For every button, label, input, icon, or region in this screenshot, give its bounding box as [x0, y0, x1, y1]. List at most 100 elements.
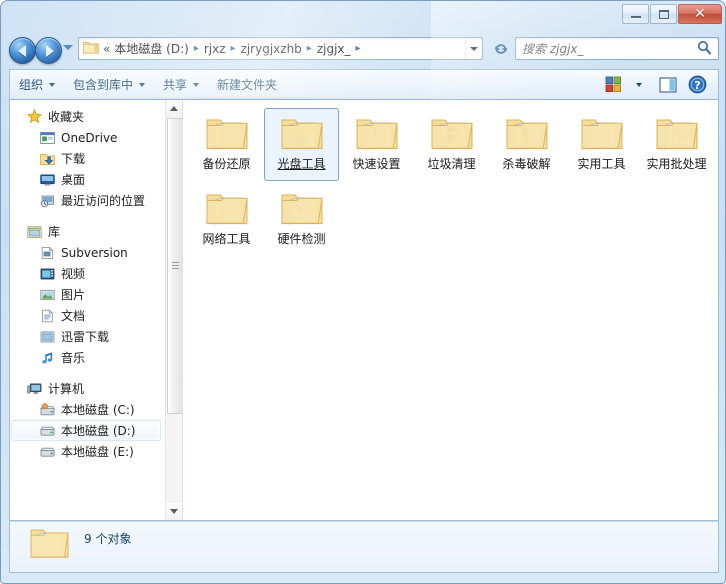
- nav-header-favorites[interactable]: 收藏夹: [10, 106, 165, 127]
- file-name: 杀毒破解: [502, 157, 551, 171]
- video-icon: [40, 267, 55, 281]
- refresh-button[interactable]: [490, 37, 512, 60]
- file-grid: 备份还原 光盘工具 快速设置 垃圾清理 杀毒破解 实用工具 实用批处理 网络工具…: [189, 108, 714, 258]
- sidebar-item-onedrive[interactable]: OneDrive: [10, 127, 165, 148]
- file-item-folder[interactable]: 快速设置: [339, 108, 414, 181]
- scroll-down-button[interactable]: [166, 503, 182, 520]
- item-count-label: 9 个对象: [84, 532, 132, 546]
- nav-group-favorites: 收藏夹 OneDrive 下载 桌面 最近访问的位置: [10, 106, 165, 211]
- breadcrumb-item-1[interactable]: rjxz: [202, 41, 228, 57]
- view-dropdown-button[interactable]: [626, 73, 652, 97]
- recent-locations-dropdown[interactable]: [63, 45, 73, 50]
- sidebar-item-music[interactable]: 音乐: [10, 347, 165, 368]
- nav-group-computer: 计算机 本地磁盘 (C:) 本地磁盘 (D:) 本地磁盘 (E:): [10, 378, 165, 462]
- share-button[interactable]: 共享: [154, 73, 208, 96]
- scrollbar-thumb[interactable]: [167, 118, 182, 414]
- file-item-folder[interactable]: 网络工具: [189, 183, 264, 256]
- organize-label: 组织: [19, 78, 44, 92]
- folder-icon: [353, 112, 401, 154]
- breadcrumb[interactable]: « 本地磁盘 (D:) ▸ rjxz ▸ zjrygjxzhb ▸ zjgjx_…: [103, 39, 465, 58]
- folder-icon: [578, 112, 626, 154]
- folder-icon: [278, 112, 326, 154]
- sidebar-item-label: Subversion: [61, 245, 128, 260]
- file-item-folder[interactable]: 杀毒破解: [489, 108, 564, 181]
- new-folder-label: 新建文件夹: [217, 78, 278, 92]
- address-dropdown-button[interactable]: [465, 38, 482, 59]
- file-item-folder[interactable]: 硬件检测: [264, 183, 339, 256]
- folder-icon: [653, 112, 701, 154]
- sidebar-item-drive-d[interactable]: 本地磁盘 (D:): [11, 420, 161, 441]
- explorer-window: ✕ « 本地磁盘 (D:) ▸ rjxz ▸ zjrygjxzhb ▸ zjgj…: [0, 0, 726, 584]
- sidebar-item-label: 图片: [61, 288, 86, 302]
- search-input[interactable]: 搜索 zjgjx_: [516, 40, 697, 57]
- nav-header-label: 库: [48, 225, 61, 239]
- sidebar-item-downloads[interactable]: 下载: [10, 148, 165, 169]
- folder-icon: [28, 524, 72, 567]
- sidebar-item-documents[interactable]: 文档: [10, 305, 165, 326]
- sidebar-item-drive-e[interactable]: 本地磁盘 (E:): [10, 441, 165, 462]
- folder-icon: [503, 112, 551, 154]
- main-area: 收藏夹 OneDrive 下载 桌面 最近访问的位置 库 Subversion …: [9, 100, 719, 521]
- address-bar[interactable]: « 本地磁盘 (D:) ▸ rjxz ▸ zjrygjxzhb ▸ zjgjx_…: [78, 37, 483, 60]
- sidebar-item-desktop[interactable]: 桌面: [10, 169, 165, 190]
- file-name: 备份还原: [202, 157, 251, 171]
- forward-button[interactable]: [35, 37, 62, 64]
- minimize-button[interactable]: [622, 4, 649, 24]
- file-item-folder[interactable]: 实用批处理: [639, 108, 714, 181]
- sidebar-item-label: OneDrive: [61, 130, 118, 145]
- sidebar-scrollbar[interactable]: [165, 100, 182, 520]
- breadcrumb-separator[interactable]: ▸: [228, 43, 239, 54]
- back-button[interactable]: [9, 37, 36, 64]
- sidebar-item-label: 本地磁盘 (D:): [61, 424, 136, 438]
- share-label: 共享: [163, 78, 188, 92]
- sidebar-item-pictures[interactable]: 图片: [10, 284, 165, 305]
- navigation-row: « 本地磁盘 (D:) ▸ rjxz ▸ zjrygjxzhb ▸ zjgjx_…: [1, 31, 725, 69]
- folder-icon: [83, 40, 99, 57]
- breadcrumb-separator[interactable]: ▸: [191, 43, 202, 54]
- thunder-download-icon: [40, 330, 55, 344]
- star-icon: [27, 109, 42, 124]
- preview-pane-button[interactable]: [652, 73, 684, 97]
- file-item-folder[interactable]: 垃圾清理: [414, 108, 489, 181]
- file-name: 垃圾清理: [427, 157, 476, 171]
- recent-places-icon: [40, 194, 55, 208]
- sidebar-item-drive-c[interactable]: 本地磁盘 (C:): [10, 399, 165, 420]
- nav-group-libraries: 库 Subversion 视频 图片 文档 迅雷下载 音乐: [10, 221, 165, 368]
- sidebar-item-label: 音乐: [61, 351, 86, 365]
- new-folder-button[interactable]: 新建文件夹: [208, 73, 286, 96]
- scrollbar-grip: [172, 262, 179, 270]
- sidebar-item-recent-places[interactable]: 最近访问的位置: [10, 190, 165, 211]
- folder-icon: [278, 187, 326, 229]
- organize-button[interactable]: 组织: [10, 73, 64, 96]
- drive-icon: [40, 445, 55, 458]
- scroll-up-button[interactable]: [166, 100, 182, 117]
- change-view-button[interactable]: [600, 73, 626, 97]
- file-item-folder-selected[interactable]: 光盘工具: [264, 108, 339, 181]
- breadcrumb-separator[interactable]: ▸: [304, 43, 315, 54]
- breadcrumb-item-0[interactable]: 本地磁盘 (D:): [112, 39, 190, 58]
- nav-header-computer[interactable]: 计算机: [10, 378, 165, 399]
- sidebar-item-subversion[interactable]: Subversion: [10, 242, 165, 263]
- breadcrumb-overflow[interactable]: «: [103, 42, 112, 56]
- search-box[interactable]: 搜索 zjgjx_: [515, 37, 719, 60]
- sidebar-item-videos[interactable]: 视频: [10, 263, 165, 284]
- nav-header-label: 收藏夹: [48, 110, 85, 124]
- breadcrumb-item-2[interactable]: zjrygjxzhb: [239, 41, 304, 57]
- chevron-down-icon: [170, 509, 178, 514]
- help-icon: ?: [688, 75, 706, 94]
- maximize-button[interactable]: [650, 4, 677, 24]
- downloads-icon: [40, 152, 55, 166]
- sidebar-item-label: 视频: [61, 267, 86, 281]
- chevron-up-icon: [170, 106, 178, 111]
- breadcrumb-item-3[interactable]: zjgjx_: [315, 41, 353, 57]
- include-in-library-button[interactable]: 包含到库中: [64, 73, 154, 96]
- close-button[interactable]: ✕: [678, 4, 722, 24]
- file-item-folder[interactable]: 实用工具: [564, 108, 639, 181]
- sidebar-item-label: 本地磁盘 (C:): [61, 403, 135, 417]
- breadcrumb-separator[interactable]: ▸: [353, 43, 364, 54]
- nav-header-libraries[interactable]: 库: [10, 221, 165, 242]
- help-button[interactable]: ?: [684, 73, 710, 97]
- sidebar-item-thunder-download[interactable]: 迅雷下载: [10, 326, 165, 347]
- file-list-pane[interactable]: 备份还原 光盘工具 快速设置 垃圾清理 杀毒破解 实用工具 实用批处理 网络工具…: [183, 100, 718, 520]
- file-item-folder[interactable]: 备份还原: [189, 108, 264, 181]
